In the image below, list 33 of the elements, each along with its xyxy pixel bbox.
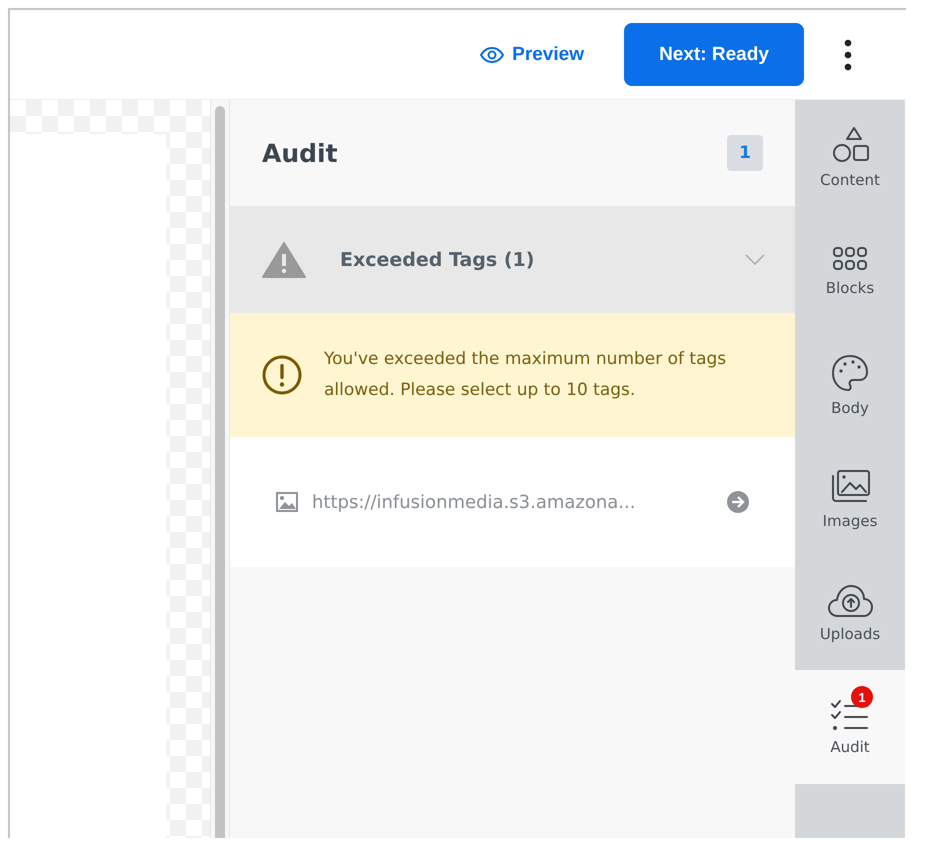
next-button[interactable]: Next: Ready [624, 23, 804, 86]
tag-item[interactable]: https://infusionmedia.s3.amazona... [230, 437, 795, 567]
rail-tab[interactable]: Content [795, 100, 905, 214]
exclamation-icon [262, 355, 302, 395]
tab-label: Blocks [826, 279, 874, 297]
preview-button[interactable]: Preview [476, 38, 588, 72]
tab-label: Body [831, 399, 869, 417]
rail-tab[interactable]: Images [795, 442, 905, 556]
image-url: https://infusionmedia.s3.amazona... [312, 492, 636, 512]
rail-tab[interactable]: Blocks [795, 214, 905, 328]
arrow-circle-icon[interactable] [727, 491, 749, 513]
rail-tab[interactable]: Body [795, 328, 905, 442]
more-vertical-icon [844, 38, 852, 70]
tab-label: Content [820, 171, 880, 189]
alert-message: You've exceeded the maximum number of tags allowed. Please select up to 10 tags. [324, 348, 728, 402]
palette-icon [830, 353, 870, 393]
grid-icon [831, 245, 869, 273]
issue-count: 1 [727, 135, 763, 171]
panel-title: Audit [262, 138, 338, 168]
image-icon [276, 492, 298, 512]
cloud-upload-icon [826, 583, 874, 619]
tab-label: Uploads [820, 625, 880, 643]
warning-icon [262, 240, 306, 278]
shapes-icon [830, 125, 870, 165]
tab-label: Images [822, 512, 878, 530]
eye-icon [480, 46, 504, 62]
chevron-icon [745, 254, 765, 266]
exceeded-tags-header[interactable]: Exceeded Tags (1) [230, 206, 795, 313]
rail-tab[interactable]: Uploads [795, 556, 905, 670]
rail-tab[interactable]: Audit 1 [795, 670, 905, 784]
scrollbar[interactable] [210, 100, 230, 838]
notification-badge: 1 [851, 686, 873, 708]
tab-label: Audit [830, 738, 870, 756]
